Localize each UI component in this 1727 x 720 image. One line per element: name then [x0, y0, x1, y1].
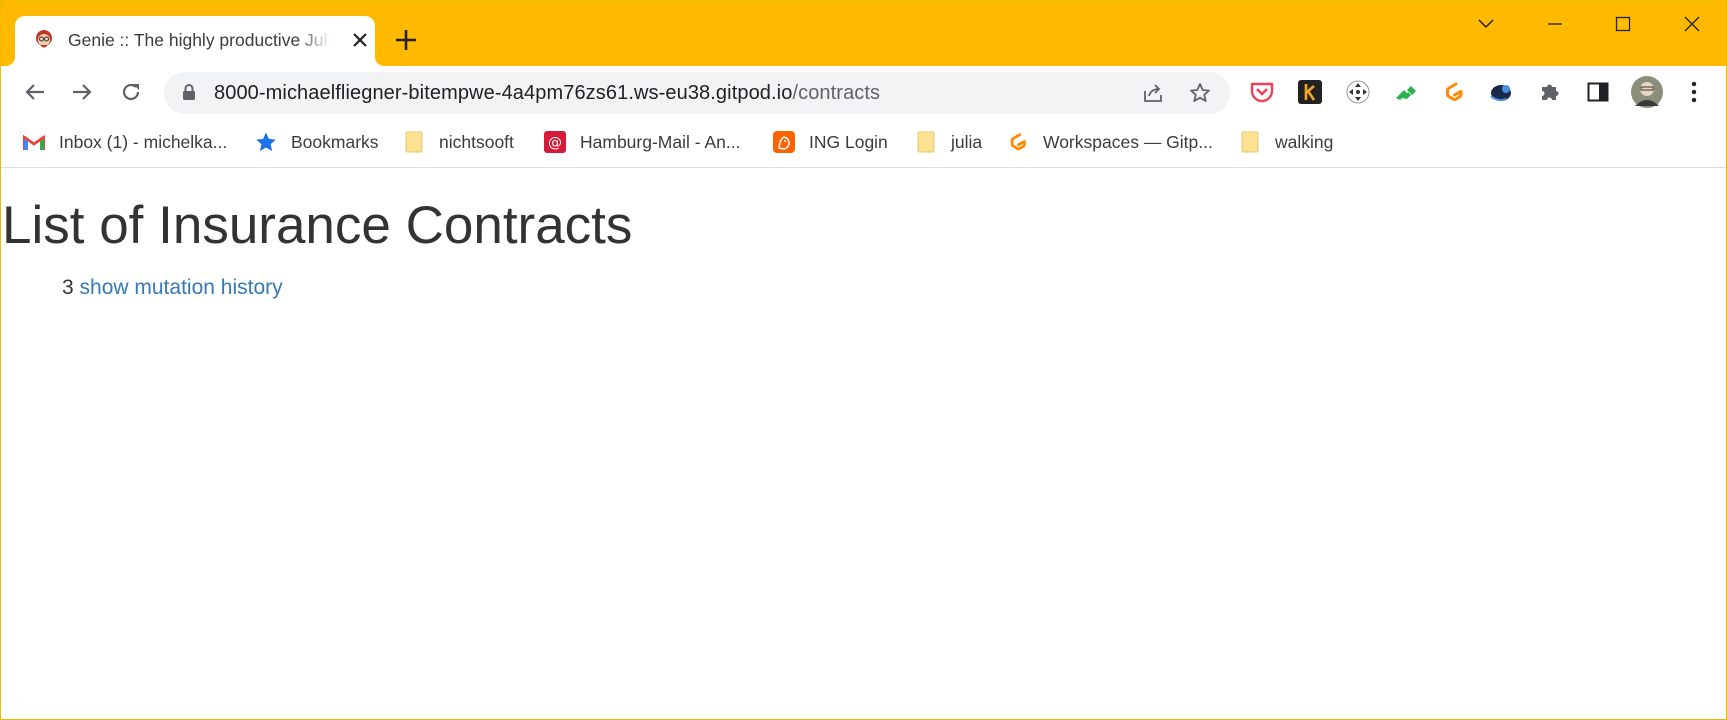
bookmark-item[interactable]: julia [915, 128, 982, 156]
browser-tab[interactable]: Genie :: The highly productive Julia web… [5, 16, 385, 66]
side-panel-icon[interactable] [1584, 78, 1612, 106]
svg-text:@: @ [548, 135, 562, 151]
pocket-icon[interactable] [1248, 78, 1276, 106]
k-extension-icon[interactable] [1296, 78, 1324, 106]
bookmark-item[interactable]: walking [1239, 128, 1333, 156]
contract-row: 3 show mutation history [62, 276, 283, 300]
menu-icon[interactable] [1680, 78, 1708, 106]
url-host: 8000-michaelfliegner-bitempwe-4a4pm76zs6… [214, 82, 793, 104]
genie-icon [32, 28, 56, 52]
tab-search-icon[interactable] [1463, 11, 1509, 37]
minimize-icon[interactable] [1532, 11, 1578, 37]
mail-icon: @ [544, 131, 566, 153]
maximize-icon[interactable] [1600, 11, 1646, 37]
move-extension-icon[interactable] [1344, 78, 1372, 106]
bookmarks-bar: Inbox (1) - michelka... Bookmarks nichts… [1, 118, 1726, 168]
feedly-icon[interactable] [1392, 78, 1420, 106]
gitpod-icon[interactable] [1440, 78, 1468, 106]
new-tab-icon[interactable] [393, 27, 419, 53]
bookmark-item[interactable]: Workspaces — Gitp... [1007, 128, 1213, 156]
star-icon [255, 131, 277, 153]
lock-icon[interactable] [182, 84, 196, 106]
close-window-icon[interactable] [1669, 11, 1715, 37]
tab-title: Genie :: The highly productive Julia web… [68, 30, 330, 50]
folder-icon [1239, 131, 1261, 153]
forward-icon[interactable] [66, 76, 98, 108]
bookmark-item[interactable]: ING Login [773, 128, 888, 156]
url-text: 8000-michaelfliegner-bitempwe-4a4pm76zs6… [214, 82, 880, 105]
folder-icon [403, 131, 425, 153]
share-icon[interactable] [1140, 80, 1166, 106]
tab-strip: Genie :: The highly productive Julia web… [1, 1, 1726, 66]
gmail-icon [23, 131, 45, 153]
bookmark-item[interactable]: @ Hamburg-Mail - An... [544, 128, 740, 156]
bookmark-label: nichtsooft [439, 131, 514, 152]
bookmark-label: Bookmarks [291, 131, 379, 152]
close-tab-icon[interactable] [350, 30, 370, 50]
profile-avatar[interactable] [1631, 76, 1663, 108]
contract-id: 3 [62, 276, 74, 299]
bookmark-label: Inbox (1) - michelka... [59, 131, 228, 152]
gitpod-icon [1007, 131, 1029, 153]
bookmark-label: Hamburg-Mail - An... [580, 131, 741, 152]
bookmark-item[interactable]: nichtsooft [403, 128, 514, 156]
browser-window: Genie :: The highly productive Julia web… [0, 0, 1727, 720]
page-title: List of Insurance Contracts [2, 196, 633, 255]
puzzle-icon[interactable] [1536, 78, 1564, 106]
url-path: /contracts [792, 82, 881, 104]
bird-extension-icon[interactable] [1488, 78, 1516, 106]
bookmark-label: Workspaces — Gitp... [1043, 131, 1213, 152]
bookmark-item[interactable]: Inbox (1) - michelka... [23, 128, 227, 156]
mutation-history-link[interactable]: show mutation history [80, 276, 283, 299]
back-icon[interactable] [19, 76, 51, 108]
bookmark-label: ING Login [809, 131, 888, 152]
ing-icon [773, 131, 795, 153]
browser-toolbar: 8000-michaelfliegner-bitempwe-4a4pm76zs6… [1, 66, 1726, 118]
page-content: List of Insurance Contracts 3 show mutat… [1, 169, 1726, 719]
reload-icon[interactable] [115, 76, 147, 108]
bookmark-item[interactable]: Bookmarks [255, 128, 379, 156]
folder-icon [915, 131, 937, 153]
bookmark-star-icon[interactable] [1187, 80, 1213, 106]
bookmark-label: walking [1275, 131, 1334, 152]
bookmark-label: julia [951, 131, 983, 152]
address-bar[interactable]: 8000-michaelfliegner-bitempwe-4a4pm76zs6… [164, 72, 1230, 114]
